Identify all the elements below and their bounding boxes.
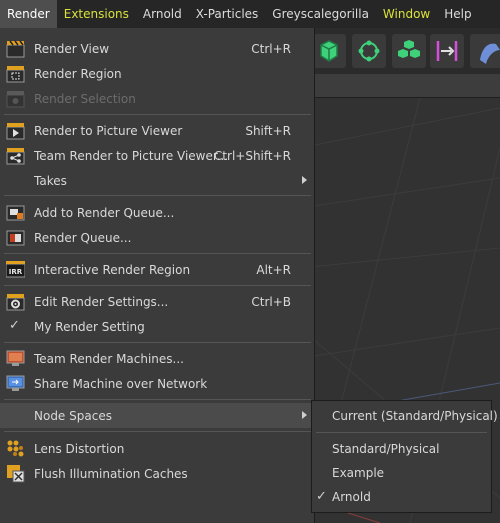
menu-item-render-to-picture-viewer[interactable]: Render to Picture Viewer Shift+R xyxy=(0,118,315,143)
submenu-item-example[interactable]: Example xyxy=(312,461,491,485)
render-settings-icon xyxy=(6,292,25,311)
svg-text:IRR: IRR xyxy=(9,268,23,276)
menu-separator xyxy=(4,195,311,196)
render-menu: Render View Ctrl+R Render Region Render … xyxy=(0,28,315,523)
submenu-item-standard-physical[interactable]: Standard/Physical xyxy=(312,437,491,461)
render-view-icon xyxy=(6,39,25,58)
menu-separator xyxy=(4,342,311,343)
menubar-arnold[interactable]: Arnold xyxy=(136,0,189,28)
menu-item-node-spaces[interactable]: Node Spaces xyxy=(0,403,315,428)
menubar-extensions[interactable]: Extensions xyxy=(57,0,136,28)
menu-item-render-region[interactable]: Render Region xyxy=(0,61,315,86)
menu-separator xyxy=(4,114,311,115)
menu-item-add-to-render-queue[interactable]: Add to Render Queue... xyxy=(0,200,315,225)
cube-object-icon[interactable] xyxy=(312,34,346,68)
team-render-machines-icon xyxy=(6,349,25,368)
menu-item-team-render-machines[interactable]: Team Render Machines... xyxy=(0,346,315,371)
menu-separator xyxy=(4,431,311,432)
add-render-queue-icon xyxy=(6,203,25,222)
render-queue-icon xyxy=(6,228,25,247)
checkmark-icon: ✓ xyxy=(316,489,327,504)
irr-icon: IRR xyxy=(6,260,25,279)
cloner-icon[interactable] xyxy=(392,34,426,68)
submenu-item-arnold[interactable]: ✓ Arnold xyxy=(312,485,491,509)
render-selection-icon xyxy=(6,89,25,108)
menu-item-share-machine-over-network[interactable]: Share Machine over Network xyxy=(0,371,315,396)
menu-item-render-queue[interactable]: Render Queue... xyxy=(0,225,315,250)
viewport-toolbar xyxy=(300,28,500,74)
menubar-render[interactable]: Render xyxy=(0,0,57,28)
menu-item-interactive-render-region[interactable]: IRR Interactive Render Region Alt+R xyxy=(0,257,315,282)
menu-item-edit-render-settings[interactable]: Edit Render Settings... Ctrl+B xyxy=(0,289,315,314)
menu-item-render-view[interactable]: Render View Ctrl+R xyxy=(0,36,315,61)
menubar: Render Extensions Arnold X-Particles Gre… xyxy=(0,0,500,28)
hypernurbs-icon[interactable] xyxy=(352,34,386,68)
flush-caches-icon xyxy=(6,464,25,483)
spline-align-icon[interactable] xyxy=(430,34,464,68)
menu-item-team-render-to-picture-viewer[interactable]: Team Render to Picture Viewer... Ctrl+Sh… xyxy=(0,143,315,168)
submenu-separator xyxy=(316,432,487,433)
menubar-x-particles[interactable]: X-Particles xyxy=(189,0,266,28)
menu-item-render-selection: Render Selection xyxy=(0,86,315,111)
submenu-arrow-icon xyxy=(302,411,307,419)
menu-item-takes[interactable]: Takes xyxy=(0,168,315,193)
checkmark-icon: ✓ xyxy=(9,318,20,333)
menu-separator xyxy=(4,285,311,286)
menu-item-my-render-setting[interactable]: ✓ My Render Setting xyxy=(0,314,315,339)
menu-separator xyxy=(4,399,311,400)
submenu-arrow-icon xyxy=(302,176,307,184)
node-spaces-submenu: Current (Standard/Physical) Standard/Phy… xyxy=(311,400,498,513)
lens-distortion-icon xyxy=(6,439,25,458)
picture-viewer-icon xyxy=(6,121,25,140)
menubar-window[interactable]: Window xyxy=(376,0,437,28)
deformer-icon[interactable] xyxy=(470,34,500,68)
menu-separator xyxy=(4,253,311,254)
menubar-help[interactable]: Help xyxy=(437,0,478,28)
share-machine-icon xyxy=(6,374,25,393)
menu-item-flush-illumination-caches[interactable]: Flush Illumination Caches xyxy=(0,461,315,486)
render-region-icon xyxy=(6,64,25,83)
team-render-icon xyxy=(6,146,25,165)
menubar-greyscalegorilla[interactable]: Greyscalegorilla xyxy=(265,0,376,28)
submenu-item-current[interactable]: Current (Standard/Physical) xyxy=(312,404,498,428)
menu-item-lens-distortion[interactable]: Lens Distortion xyxy=(0,436,315,461)
viewport-menubar xyxy=(300,74,500,98)
